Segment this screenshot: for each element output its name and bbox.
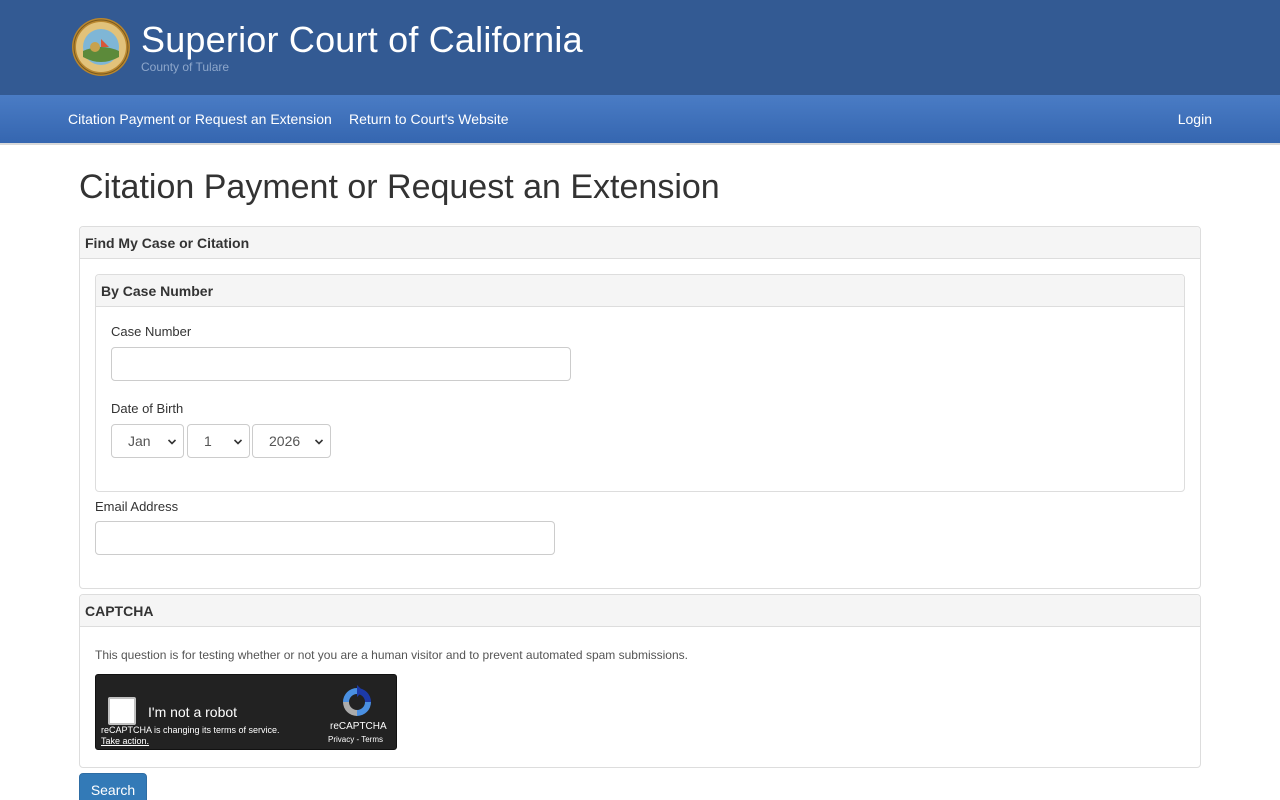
dob-day-value: 1 [204,433,212,449]
find-case-panel-heading: Find My Case or Citation [80,227,1200,259]
recaptcha-links: Privacy - Terms [328,735,383,744]
recaptcha-terms-link[interactable]: Terms [361,735,383,744]
nav-citation-payment[interactable]: Citation Payment or Request an Extension [68,95,332,143]
captcha-note: This question is for testing whether or … [95,648,688,662]
recaptcha-checkbox[interactable] [108,697,136,725]
dob-year-value: 2026 [269,433,301,449]
chevron-down-icon [168,439,176,445]
recaptcha-logo-icon [343,685,371,716]
dob-year-select[interactable]: 2026 [252,424,331,458]
recaptcha-notice: reCAPTCHA is changing its terms of servi… [101,725,280,735]
dob-day-select[interactable]: 1 [187,424,250,458]
california-seal-icon [72,18,130,76]
search-button[interactable]: Search [79,773,147,800]
dob-month-select[interactable]: Jan [111,424,184,458]
site-header: Superior Court of California County of T… [0,0,1280,95]
email-address-input[interactable] [95,521,555,555]
recaptcha-take-action-link[interactable]: Take action. [101,736,149,746]
by-case-number-panel: By Case Number [95,274,1185,492]
chevron-down-icon [234,439,242,445]
captcha-panel-heading: CAPTCHA [80,595,1200,627]
by-case-number-heading: By Case Number [96,275,1184,307]
recaptcha-privacy-link[interactable]: Privacy [328,735,354,744]
site-title: Superior Court of California [141,19,583,60]
case-number-label: Case Number [111,324,192,339]
recaptcha-brand: reCAPTCHA [330,721,387,732]
recaptcha-label: I'm not a robot [148,704,238,720]
navbar: Citation Payment or Request an Extension… [0,95,1280,145]
case-number-input[interactable] [111,347,571,381]
nav-login[interactable]: Login [1178,95,1212,143]
page-title: Citation Payment or Request an Extension [79,168,720,206]
site-subtitle: County of Tulare [141,60,230,74]
nav-return-to-court-website[interactable]: Return to Court's Website [349,95,509,143]
recaptcha-widget: I'm not a robot reCAPTCHA is changing it… [95,674,397,750]
chevron-down-icon [315,439,323,445]
date-of-birth-label: Date of Birth [111,401,184,416]
email-address-label: Email Address [95,499,179,514]
dob-month-value: Jan [128,433,151,449]
